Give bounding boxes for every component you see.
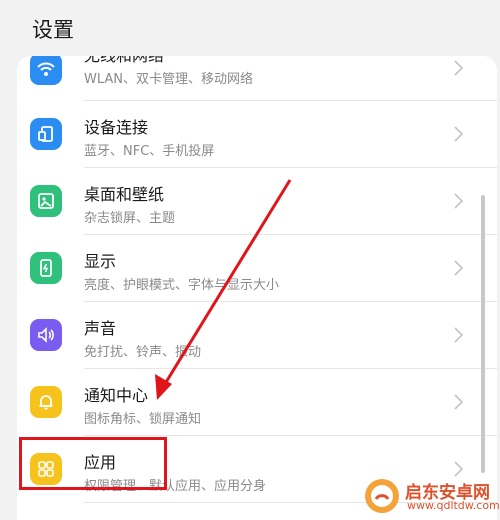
settings-item-label: 显示 [84,252,117,271]
watermark: 启东安卓网 www.qdltdw.com [362,477,500,517]
settings-item-label: 无线和网络 [84,56,164,66]
chevron-right-icon [454,260,464,276]
settings-item-subtitle: 蓝牙、NFC、手机投屏 [84,144,215,159]
settings-item-label: 通知中心 [84,386,149,405]
settings-item-subtitle: 亮度、护眼模式、字体与显示大小 [84,278,280,293]
highlight-box [19,437,167,490]
settings-item-subtitle: 免打扰、铃声、振动 [84,345,202,360]
chevron-right-icon [454,60,464,76]
wifi-icon [30,56,62,85]
settings-item-label: 声音 [84,319,117,338]
display-icon [30,252,62,284]
settings-item-notifications[interactable]: 通知中心 图标角标、锁屏通知 [17,369,497,436]
page-title: 设置 [32,18,74,42]
chevron-right-icon [454,327,464,343]
settings-item-label: 桌面和壁纸 [84,185,165,204]
settings-item-display[interactable]: 显示 亮度、护眼模式、字体与显示大小 [17,235,497,302]
chevron-right-icon [454,126,464,142]
settings-item-network[interactable]: 无线和网络 WLAN、双卡管理、移动网络 [17,56,497,101]
wallpaper-icon [30,185,62,217]
settings-item-subtitle: WLAN、双卡管理、移动网络 [84,72,254,87]
header-bar: 设置 [0,0,500,58]
chevron-right-icon [454,193,464,209]
watermark-logo-icon [365,479,399,513]
sound-icon [30,319,62,351]
chevron-right-icon [454,461,464,477]
settings-item-sound[interactable]: 声音 免打扰、铃声、振动 [17,302,497,369]
settings-item-wallpaper[interactable]: 桌面和壁纸 杂志锁屏、主题 [17,168,497,235]
settings-item-label: 设备连接 [84,118,149,137]
settings-item-subtitle: 图标角标、锁屏通知 [84,412,202,427]
watermark-url: www.qdltdw.com [407,499,500,512]
settings-item-device-connection[interactable]: 设备连接 蓝牙、NFC、手机投屏 [17,101,497,168]
settings-item-subtitle: 杂志锁屏、主题 [84,211,176,226]
bell-icon [30,386,62,418]
chevron-right-icon [454,394,464,410]
device-connection-icon [30,118,62,150]
scrollbar[interactable] [481,195,485,473]
